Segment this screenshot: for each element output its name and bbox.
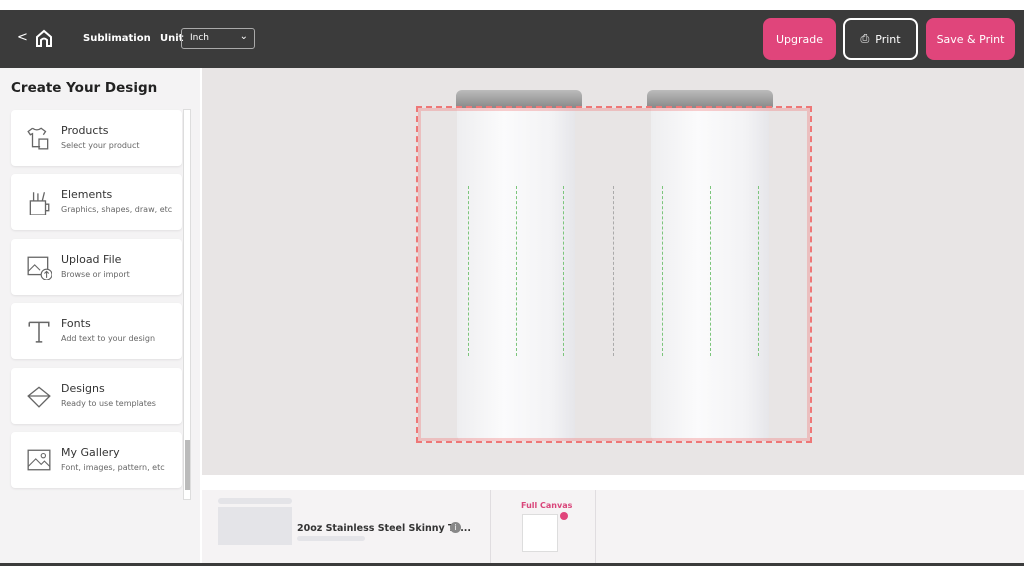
divider — [490, 490, 491, 563]
print-label: Print — [875, 32, 901, 46]
pencil-cup-icon — [29, 192, 50, 216]
divider — [595, 490, 596, 563]
sidebar-item-label: My Gallery — [61, 446, 120, 459]
mode-label: Sublimation — [83, 33, 151, 44]
unit-select[interactable]: Inch ⌄ — [181, 28, 255, 49]
sidebar-title: Create Your Design — [11, 80, 158, 96]
chevron-down-icon: ⌄ — [239, 31, 248, 42]
sidebar-item-label: Upload File — [61, 252, 122, 266]
placeholder-bar — [297, 536, 365, 541]
footer-line — [0, 563, 1024, 566]
canvas-footer-strip — [202, 475, 1024, 490]
info-icon[interactable]: i — [450, 522, 461, 533]
sidebar-item-subtitle: Ready to use templates — [61, 398, 156, 408]
sidebar-item-label: Fonts — [61, 317, 91, 331]
sidebar-item-label: Designs — [61, 381, 105, 395]
sidebar-item-label: Products — [61, 124, 109, 137]
print-area-boundary[interactable] — [416, 106, 812, 443]
bottom-bar: 20oz Stainless Steel Skinny Tu... i Full… — [202, 490, 1024, 563]
printer-icon: ⎙ — [860, 32, 870, 45]
sidebar-item-subtitle: Select your product — [61, 141, 140, 150]
save-print-button[interactable]: Save & Print — [926, 18, 1015, 60]
active-dot — [560, 512, 568, 520]
sidebar-scrollbar[interactable] — [183, 109, 191, 500]
sidebar-item-products[interactable]: Products Select your product — [11, 110, 182, 166]
print-button[interactable]: ⎙ Print — [843, 18, 918, 60]
font-t-icon — [28, 321, 50, 343]
unit-label: Unit — [160, 33, 184, 44]
sidebar-item-subtitle: Graphics, shapes, draw, etc — [61, 205, 173, 215]
top-bar: < Sublimation Unit Inch ⌄ Upgrade ⎙ Print … — [0, 10, 1024, 68]
sidebar-item-subtitle: Font, images, pattern, etc — [61, 463, 165, 472]
sidebar-item-subtitle: Browse or import — [61, 269, 130, 279]
upload-image-icon — [27, 256, 52, 280]
save-print-label: Save & Print — [936, 32, 1005, 46]
upgrade-label: Upgrade — [775, 32, 824, 46]
sidebar-item-upload-file[interactable]: Upload File Browse or import — [11, 238, 182, 295]
home-icon[interactable] — [34, 28, 54, 48]
shirt-mug-icon — [27, 127, 49, 150]
sidebar: Create Your Design Products Select your p… — [0, 68, 200, 565]
sidebar-item-elements[interactable]: Elements Graphics, shapes, draw, etc — [11, 174, 182, 231]
placeholder-bar — [218, 498, 292, 504]
sidebar-item-designs[interactable]: Designs Ready to use templates — [11, 367, 182, 424]
sidebar-item-fonts[interactable]: Fonts Add text to your design — [11, 303, 182, 360]
unit-value: Inch — [190, 33, 210, 43]
upgrade-button[interactable]: Upgrade — [763, 18, 836, 60]
template-icon — [27, 386, 51, 408]
full-canvas-view-thumbnail[interactable] — [522, 514, 558, 552]
sidebar-item-label: Elements — [61, 188, 113, 202]
gallery-icon — [27, 449, 51, 471]
view-label: Full Canvas — [521, 501, 573, 510]
sidebar-item-my-gallery[interactable]: My Gallery Font, images, pattern, etc — [11, 432, 182, 488]
back-button[interactable]: < — [17, 30, 28, 45]
product-name: 20oz Stainless Steel Skinny Tu... — [297, 523, 472, 534]
sidebar-item-subtitle: Add text to your design — [61, 334, 156, 344]
design-canvas[interactable] — [202, 68, 1024, 475]
product-thumbnail — [218, 507, 292, 545]
scrollbar-thumb[interactable] — [185, 440, 190, 490]
